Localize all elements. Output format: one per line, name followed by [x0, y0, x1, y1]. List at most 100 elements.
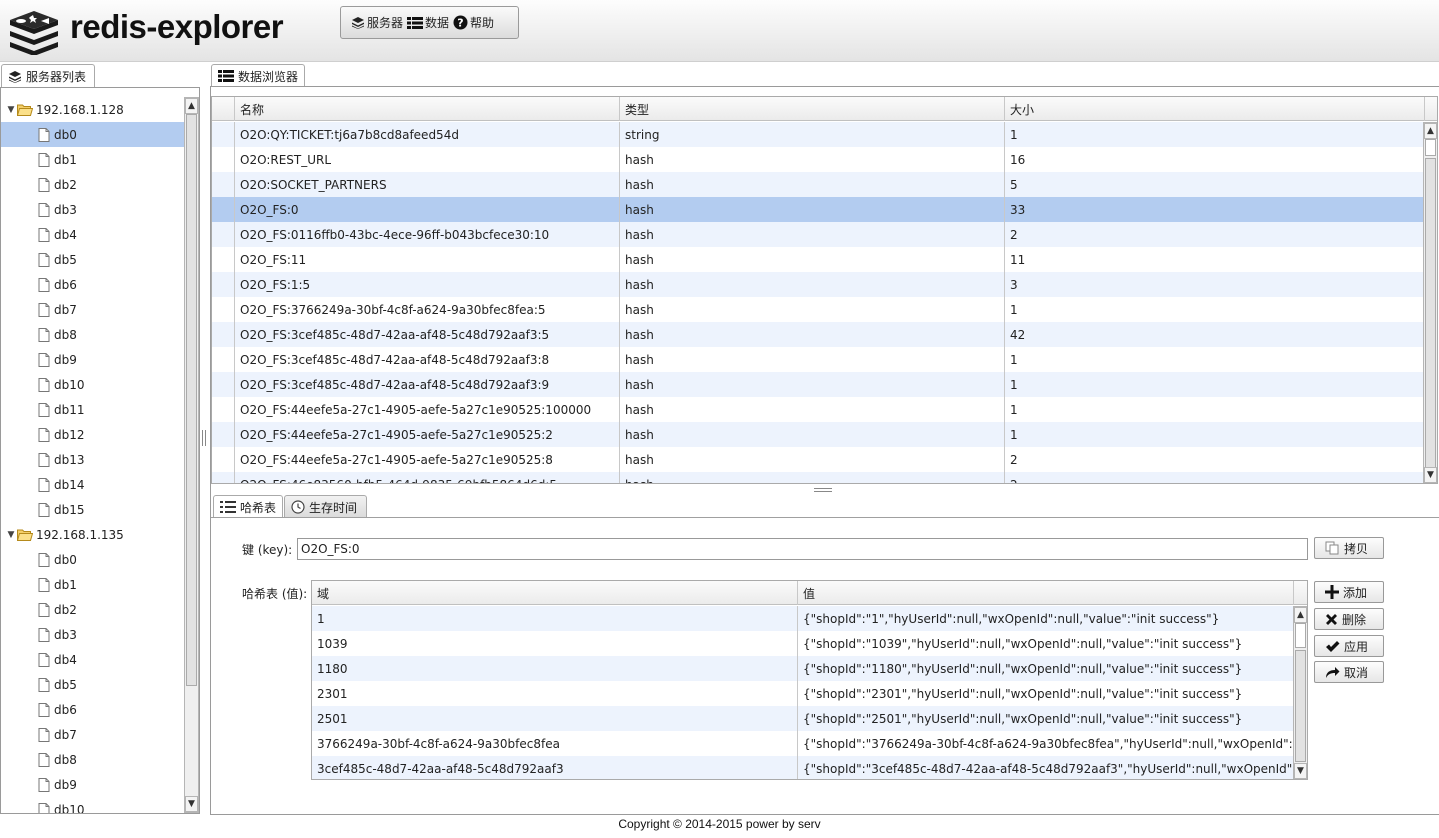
key-input[interactable]: O2O_FS:0	[297, 538, 1308, 560]
menu-help[interactable]: ? 帮助	[453, 14, 494, 31]
db-node[interactable]: db6	[1, 272, 184, 297]
db-node[interactable]: db9	[1, 347, 184, 372]
table-row[interactable]: O2O:SOCKET_PARTNERS hash 5	[212, 172, 1423, 197]
column-header-size[interactable]: 大小	[1005, 97, 1425, 121]
key-size-cell: 1	[1010, 127, 1018, 142]
scroll-thumb[interactable]	[1425, 139, 1436, 156]
db-node[interactable]: db10	[1, 797, 184, 813]
copy-button[interactable]: 拷贝	[1314, 537, 1384, 559]
column-header-type[interactable]: 类型	[620, 97, 1005, 121]
table-row[interactable]: 1180 {"shopId":"1180","hyUserId":null,"wx…	[312, 656, 1293, 681]
db-label: db8	[54, 327, 77, 342]
tab-hash-table[interactable]: 哈希表	[213, 495, 283, 518]
db-node[interactable]: db2	[1, 172, 184, 197]
table-row[interactable]: O2O_FS:11 hash 11	[212, 247, 1423, 272]
db-node[interactable]: db8	[1, 747, 184, 772]
horizontal-splitter-handle[interactable]	[814, 488, 832, 492]
check-icon	[1326, 640, 1340, 652]
table-row[interactable]: 3cef485c-48d7-42aa-af48-5c48d792aaf3 {"sh…	[312, 756, 1293, 779]
table-row[interactable]: O2O_FS:44eefe5a-27c1-4905-aefe-5a27c1e90…	[212, 397, 1423, 422]
tab-server-list[interactable]: 服务器列表	[1, 64, 95, 87]
db-node[interactable]: db5	[1, 247, 184, 272]
expand-toggle-icon[interactable]: ▼	[5, 530, 17, 540]
cancel-button[interactable]: 取消	[1314, 661, 1384, 683]
apply-button[interactable]: 应用	[1314, 635, 1384, 657]
scroll-thumb[interactable]	[1295, 623, 1306, 648]
db-node[interactable]: db0	[1, 547, 184, 572]
db-node[interactable]: db15	[1, 497, 184, 522]
file-icon	[38, 802, 50, 813]
keys-grid: 名称 类型 大小 O2O:QY:TICKET:tj6a7b8cd8afeed54…	[211, 96, 1438, 484]
menu-servers[interactable]: 服务器	[351, 14, 403, 31]
table-row[interactable]: 3766249a-30bf-4c8f-a624-9a30bfec8fea {"sh…	[312, 731, 1293, 756]
key-type-cell: hash	[620, 397, 1005, 422]
scroll-up-button[interactable]: ▲	[185, 98, 198, 114]
db-node[interactable]: db5	[1, 672, 184, 697]
db-node[interactable]: db4	[1, 222, 184, 247]
table-row[interactable]: O2O_FS:1:5 hash 3	[212, 272, 1423, 297]
table-row[interactable]: O2O:QY:TICKET:tj6a7b8cd8afeed54d string 1	[212, 122, 1423, 147]
row-marker	[212, 422, 235, 447]
db-node[interactable]: db7	[1, 297, 184, 322]
file-icon	[38, 502, 50, 517]
db-node[interactable]: db13	[1, 447, 184, 472]
db-node[interactable]: db6	[1, 697, 184, 722]
column-header-field[interactable]: 域	[312, 581, 798, 605]
table-row[interactable]: O2O_FS:3766249a-30bf-4c8f-a624-9a30bfec8…	[212, 297, 1423, 322]
table-row[interactable]: O2O_FS:3cef485c-48d7-42aa-af48-5c48d792a…	[212, 322, 1423, 347]
db-node[interactable]: db9	[1, 772, 184, 797]
table-row[interactable]: 2501 {"shopId":"2501","hyUserId":null,"wx…	[312, 706, 1293, 731]
table-row[interactable]: O2O_FS:3cef485c-48d7-42aa-af48-5c48d792a…	[212, 347, 1423, 372]
keys-scrollbar[interactable]: ▲ ▼	[1423, 122, 1437, 483]
scroll-down-button[interactable]: ▼	[1294, 763, 1307, 779]
delete-button[interactable]: 删除	[1314, 608, 1384, 630]
db-node[interactable]: db7	[1, 722, 184, 747]
table-row[interactable]: 1 {"shopId":"1","hyUserId":null,"wxOpenId…	[312, 606, 1293, 631]
database-icon	[9, 70, 21, 83]
scroll-up-button[interactable]: ▲	[1424, 123, 1437, 139]
file-icon	[38, 652, 50, 667]
table-row[interactable]: O2O_FS:44eefe5a-27c1-4905-aefe-5a27c1e90…	[212, 447, 1423, 472]
table-row[interactable]: O2O_FS:46e83560-bfb5-464d-9835-69bfb5864…	[212, 472, 1423, 483]
server-node[interactable]: ▼ 192.168.1.135	[5, 522, 183, 547]
db-node[interactable]: db4	[1, 647, 184, 672]
db-node[interactable]: db11	[1, 397, 184, 422]
table-row[interactable]: O2O_FS:0 hash 33	[212, 197, 1423, 222]
table-row[interactable]: O2O_FS:44eefe5a-27c1-4905-aefe-5a27c1e90…	[212, 422, 1423, 447]
vertical-splitter-handle[interactable]	[202, 430, 206, 446]
db-node[interactable]: db1	[1, 147, 184, 172]
db-node[interactable]: db8	[1, 322, 184, 347]
svg-text:?: ?	[457, 17, 463, 30]
scroll-down-button[interactable]: ▼	[185, 796, 198, 812]
hash-scrollbar[interactable]: ▲ ▼	[1293, 606, 1307, 779]
table-row[interactable]: 1039 {"shopId":"1039","hyUserId":null,"wx…	[312, 631, 1293, 656]
menu-data[interactable]: 数据	[407, 14, 449, 31]
db-node[interactable]: db14	[1, 472, 184, 497]
table-row[interactable]: 2301 {"shopId":"2301","hyUserId":null,"wx…	[312, 681, 1293, 706]
column-header-name[interactable]: 名称	[235, 97, 620, 121]
scroll-track[interactable]	[1425, 158, 1436, 468]
db-node[interactable]: db10	[1, 372, 184, 397]
scroll-thumb[interactable]	[186, 114, 197, 686]
db-node[interactable]: db12	[1, 422, 184, 447]
db-node[interactable]: db0	[1, 122, 184, 147]
column-header-value[interactable]: 值	[798, 581, 1294, 605]
tab-ttl[interactable]: 生存时间	[284, 495, 367, 518]
db-node[interactable]: db3	[1, 197, 184, 222]
add-button[interactable]: 添加	[1314, 581, 1384, 603]
tab-data-browser[interactable]: 数据浏览器	[211, 64, 305, 87]
scroll-down-button[interactable]: ▼	[1424, 467, 1437, 483]
table-row[interactable]: O2O:REST_URL hash 16	[212, 147, 1423, 172]
scroll-track[interactable]	[1295, 650, 1306, 762]
expand-toggle-icon[interactable]: ▼	[5, 105, 17, 115]
tree-scrollbar[interactable]: ▲ ▼	[184, 97, 199, 813]
server-node[interactable]: ▼ 192.168.1.128	[5, 97, 183, 122]
db-node[interactable]: db3	[1, 622, 184, 647]
table-row[interactable]: O2O_FS:3cef485c-48d7-42aa-af48-5c48d792a…	[212, 372, 1423, 397]
scroll-up-button[interactable]: ▲	[1294, 607, 1307, 623]
db-node[interactable]: db1	[1, 572, 184, 597]
key-name-cell: O2O_FS:0116ffb0-43bc-4ece-96ff-b043bcfec…	[235, 222, 620, 247]
db-label: db1	[54, 577, 77, 592]
db-node[interactable]: db2	[1, 597, 184, 622]
table-row[interactable]: O2O_FS:0116ffb0-43bc-4ece-96ff-b043bcfec…	[212, 222, 1423, 247]
